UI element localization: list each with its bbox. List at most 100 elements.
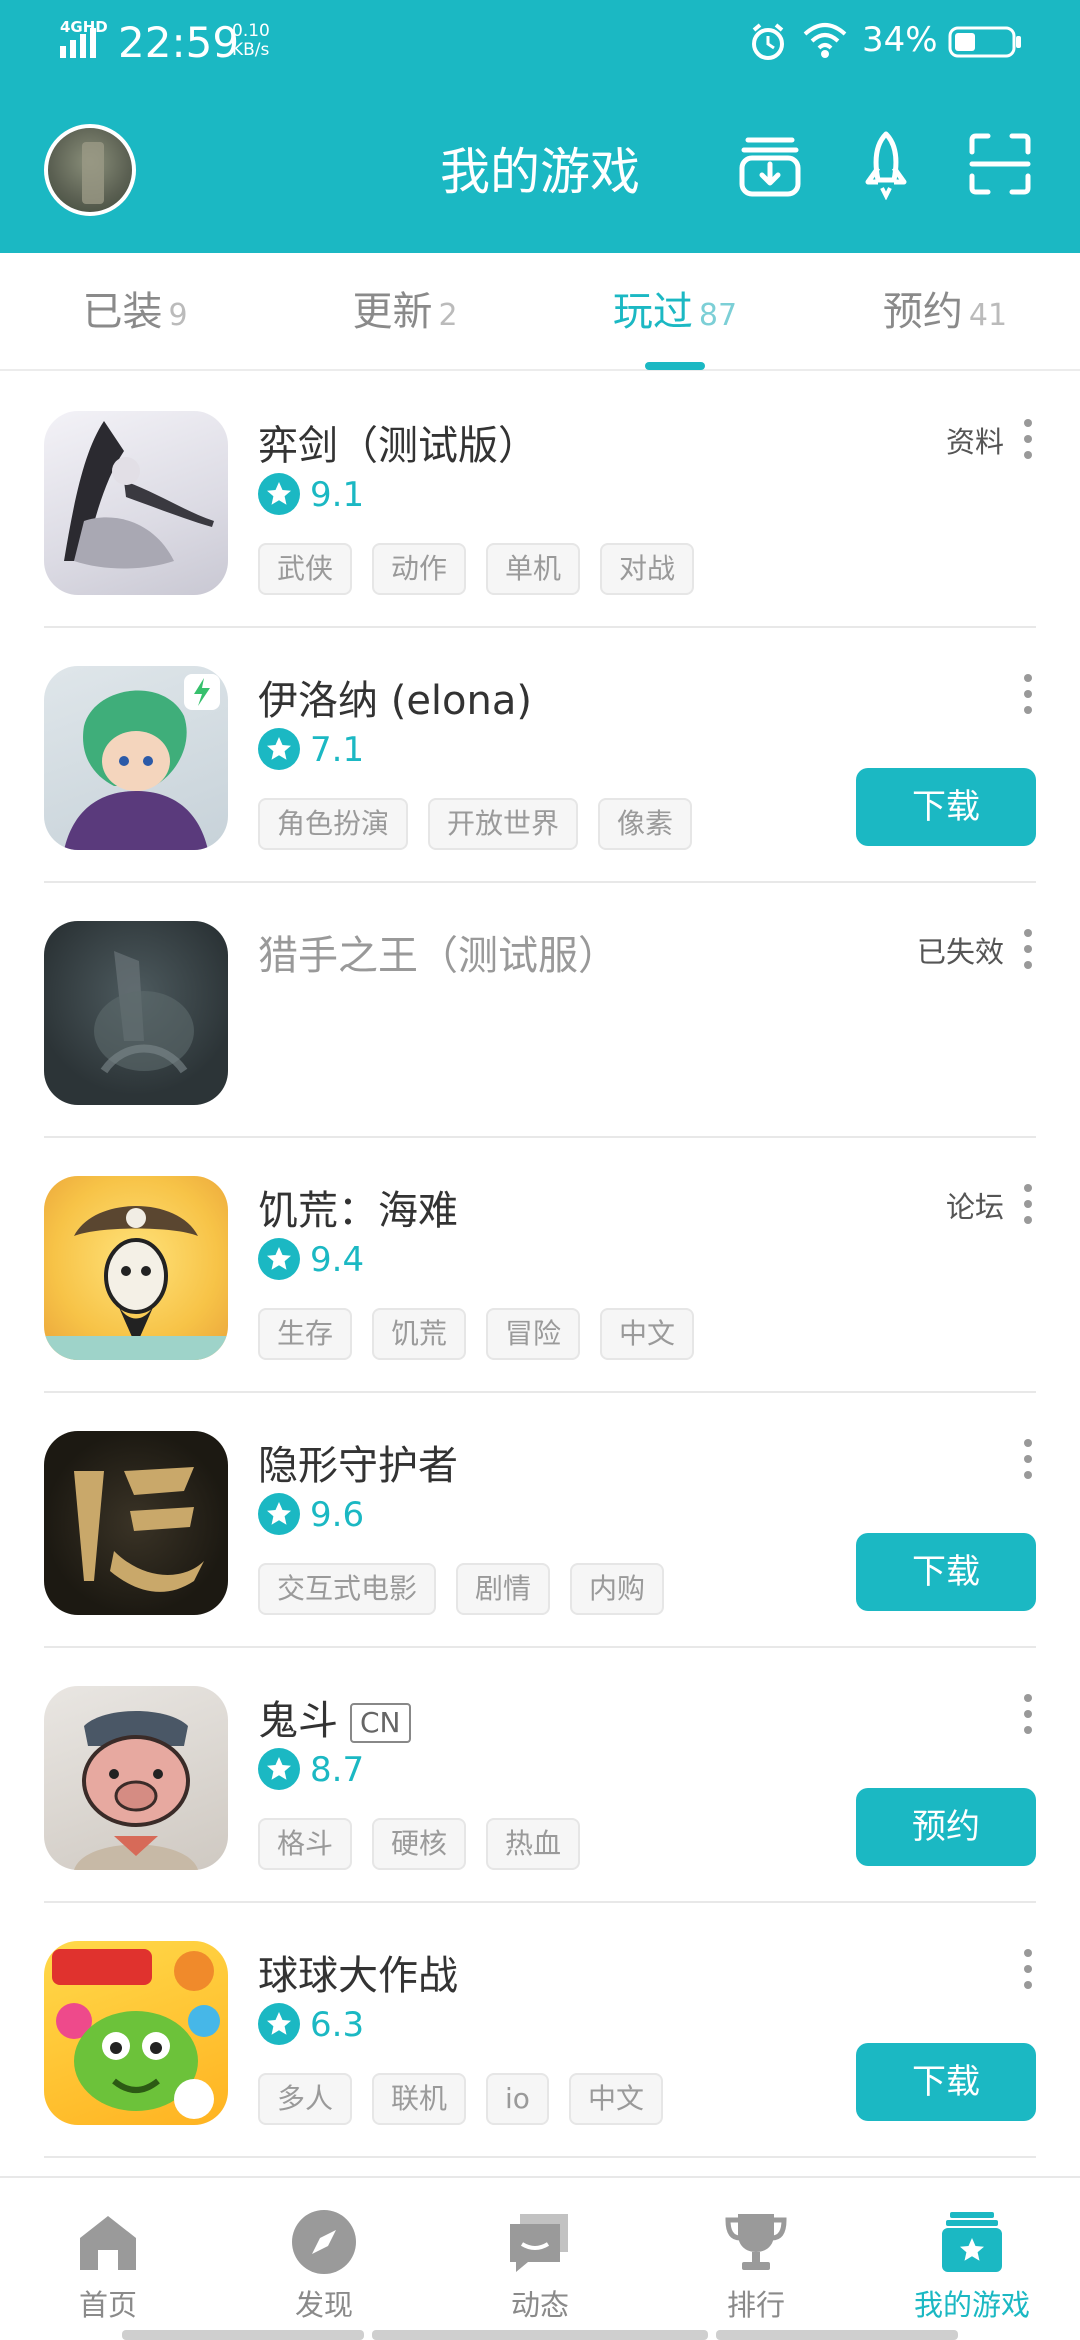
nav-feed[interactable]: 动态 [432,2178,648,2340]
tag[interactable]: 交互式电影 [258,1563,437,1615]
tag[interactable]: 中文 [600,1308,695,1360]
game-name: 隐形守护者 [258,1443,458,1489]
nav-label: 排行 [726,2288,785,2322]
tag[interactable]: 生存 [258,1308,353,1360]
list-item[interactable]: 鬼斗 CN 8.7 格斗 硬核 热血 预约 [0,1648,1080,1903]
tag[interactable]: 热血 [486,1818,581,1870]
nav-label: 动态 [510,2288,569,2322]
tag[interactable]: 联机 [372,2073,467,2125]
game-icon-guidou[interactable] [44,1686,228,1870]
tag[interactable]: 武侠 [258,543,353,595]
pirate-character-icon [44,1206,228,1360]
tab-installed[interactable]: 已装 9 [0,253,270,371]
tab-count: 2 [438,298,458,333]
tag[interactable]: 饥荒 [372,1308,467,1360]
more-vertical-icon[interactable] [1020,1182,1036,1226]
header-bar: 4GHD 22:59 0.10 KB/s 34% 我的游戏 [0,0,1080,253]
network-speed: 0.10 KB/s [232,22,270,60]
nav-ranking[interactable]: 排行 [648,2178,864,2340]
nav-discover[interactable]: 发现 [216,2178,432,2340]
region-badge: CN [350,1703,411,1743]
list-item[interactable]: 隐形守护者 9.6 交互式电影 剧情 内购 下载 [0,1393,1080,1648]
list-item[interactable]: 饥荒：海难 9.4 生存 饥荒 冒险 中文 论坛 [0,1138,1080,1393]
tag-list: 武侠 动作 单机 对战 [258,543,714,597]
game-icon-dont-starve[interactable] [44,1176,228,1360]
forum-link[interactable]: 论坛 [946,1184,1004,1226]
tag[interactable]: 硬核 [372,1818,467,1870]
game-icon-yijian[interactable] [44,411,228,595]
game-icon-elona[interactable] [44,666,228,850]
hunter-art-icon [94,951,194,1074]
alarm-icon [752,23,784,60]
nav-label: 我的游戏 [913,2288,1030,2322]
tag[interactable]: 中文 [568,2073,663,2125]
chat-icon [510,2214,568,2272]
tag[interactable]: 冒险 [486,1308,581,1360]
download-box-icon[interactable] [734,128,806,200]
swordsman-art-icon [64,421,214,569]
wifi-icon [803,23,847,58]
tag[interactable]: 剧情 [456,1563,551,1615]
download-button[interactable]: 下载 [856,1533,1036,1611]
game-name: 球球大作战 [258,1953,458,1999]
list-item[interactable]: 弈剑（测试版） 9.1 武侠 动作 单机 对战 资料 [0,373,1080,628]
download-button[interactable]: 下载 [856,2043,1036,2121]
tag[interactable]: 对战 [600,543,695,595]
tag-list: 生存 饥荒 冒险 中文 [258,1308,714,1362]
trophy-icon [725,2214,787,2270]
tag[interactable]: 像素 [598,798,693,850]
signal-icon [60,28,96,58]
tab-bar: 已装 9 更新 2 玩过 87 预约 41 [0,253,1080,371]
tag[interactable]: 单机 [486,543,581,595]
reserve-button[interactable]: 预约 [856,1788,1036,1866]
tag[interactable]: 内购 [570,1563,665,1615]
tag-list: 角色扮演 开放世界 像素 [258,798,712,852]
game-icon-hunter-king[interactable] [44,921,228,1105]
tag[interactable]: 角色扮演 [258,798,409,850]
star-icon [258,1238,300,1280]
clock: 22:59 [118,18,240,67]
tag[interactable]: 开放世界 [428,798,579,850]
game-name: 鬼斗 CN [258,1688,411,1746]
more-vertical-icon[interactable] [1020,417,1036,461]
more-vertical-icon[interactable] [1020,1947,1036,1991]
more-vertical-icon[interactable] [1020,927,1036,971]
info-link[interactable]: 资料 [946,419,1004,461]
download-button[interactable]: 下载 [856,768,1036,846]
list-item[interactable]: 伊洛纳 (elona) 7.1 角色扮演 开放世界 像素 下载 [0,628,1080,883]
game-icon-invisible-guardian[interactable] [44,1431,228,1615]
divider [44,2156,1036,2158]
tag[interactable]: io [486,2073,549,2125]
expired-label: 已失效 [916,935,1004,969]
more-vertical-icon[interactable] [1020,672,1036,716]
game-icon-battle-of-balls[interactable] [44,1941,228,2125]
game-name-text: 鬼斗 [258,1698,338,1744]
list-item[interactable]: 猎手之王（测试服） 已失效 [0,883,1080,1138]
game-name: 猎手之王（测试服） [258,933,618,979]
rating-value: 9.1 [310,475,365,515]
more-vertical-icon[interactable] [1020,1692,1036,1736]
rocket-icon[interactable] [850,128,922,200]
list-item[interactable]: 球球大作战 6.3 多人 联机 io 中文 下载 [0,1903,1080,2158]
scan-icon[interactable] [964,128,1036,200]
tab-played[interactable]: 玩过 87 [540,253,810,371]
gesture-bar [372,2330,708,2340]
tag[interactable]: 格斗 [258,1818,353,1870]
speed-value: 0.10 [232,21,270,41]
tab-label: 玩过 [612,289,693,335]
my-games-icon [942,2212,1002,2272]
star-icon [258,473,300,515]
speed-unit: KB/s [232,40,270,60]
nav-my-games[interactable]: 我的游戏 [864,2178,1080,2340]
tab-reserved[interactable]: 预约 41 [810,253,1080,371]
rating-value: 9.4 [310,1240,365,1280]
tag[interactable]: 多人 [258,2073,353,2125]
tag-list: 格斗 硬核 热血 [258,1818,600,1872]
star-icon [258,2003,300,2045]
battery-percent: 34% [862,20,938,60]
tag[interactable]: 动作 [372,543,467,595]
game-name: 饥荒：海难 [258,1188,458,1234]
more-vertical-icon[interactable] [1020,1437,1036,1481]
tab-updates[interactable]: 更新 2 [270,253,540,371]
nav-home[interactable]: 首页 [0,2178,216,2340]
